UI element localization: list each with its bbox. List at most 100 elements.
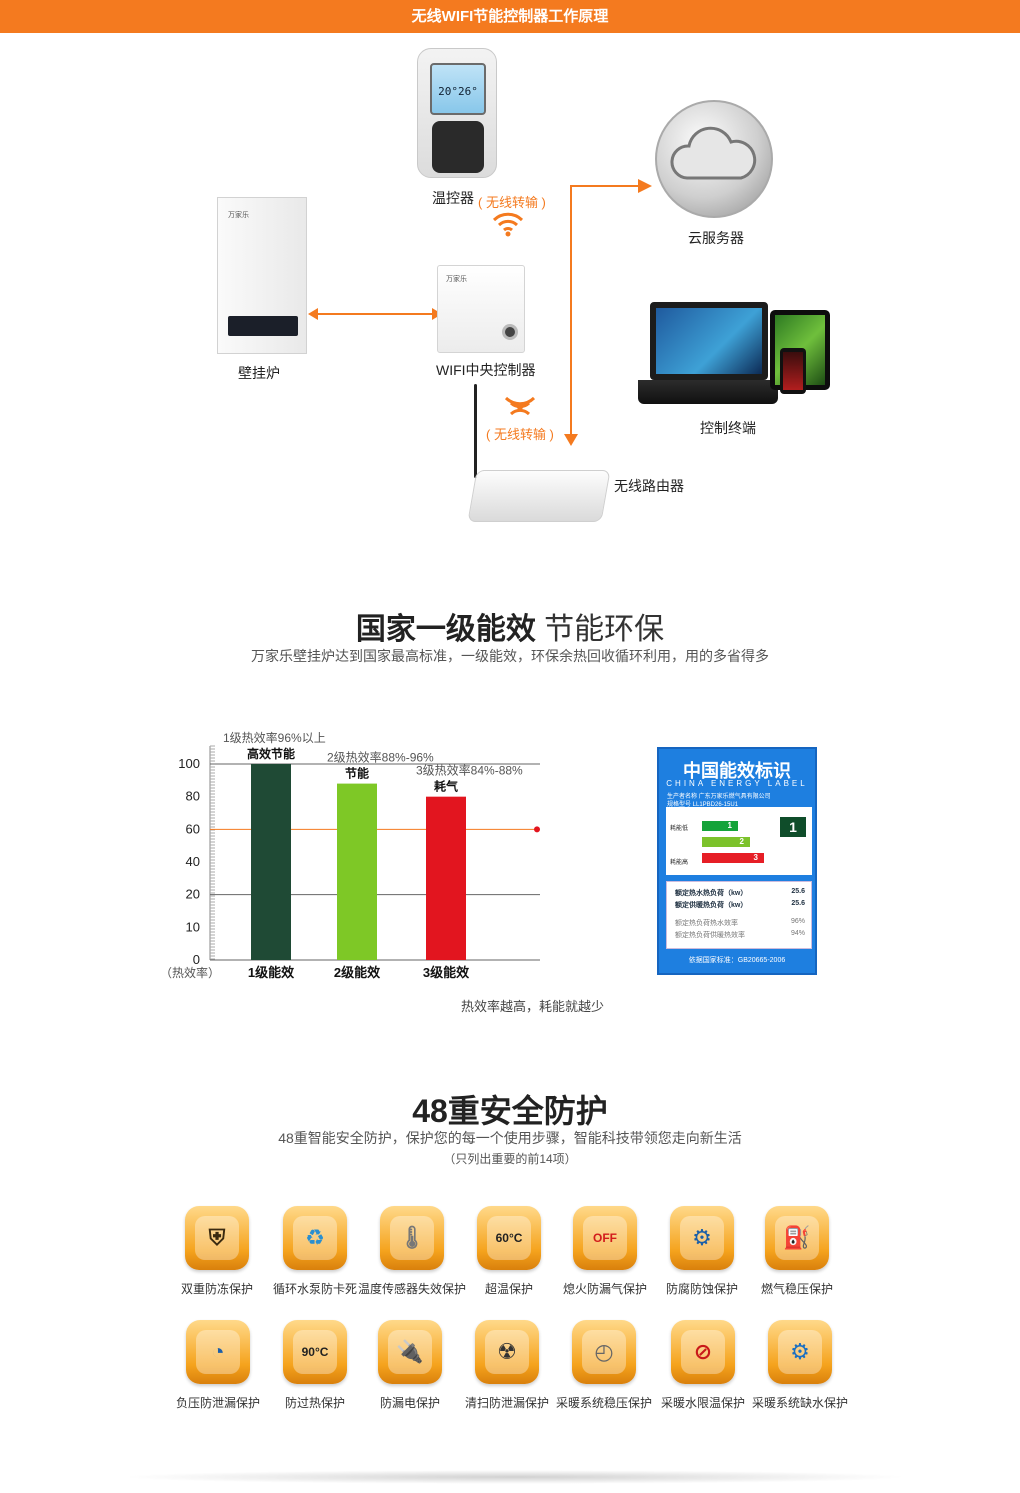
efficiency-subtitle: 万家乐壁挂炉达到国家最高标准，一级能效，环保余热回收循环利用，用的多省得多: [251, 648, 769, 664]
safety-item: ♻ 循环水泵防卡死: [260, 1206, 370, 1297]
anticorrosion-icon: ⚙: [680, 1216, 724, 1260]
safety-item: ⛽ 燃气稳压保护: [742, 1206, 852, 1297]
arrow-right-icon: [638, 179, 652, 193]
safety-title: 48重安全防护: [412, 1093, 608, 1129]
safety-item: ⊘ 采暖水限温保护: [648, 1320, 758, 1411]
safety-icon-tile: 90°C: [283, 1320, 347, 1384]
safety-item-label: 熄火防漏气保护: [562, 1282, 647, 1296]
thermometer-icon: 🌡: [390, 1216, 434, 1260]
bar-note: 2级热效率88%-96%: [327, 750, 434, 765]
spec-row-1: 额定热水热负荷（kw） 25.6: [675, 888, 805, 897]
no-fire-icon: ⊘: [681, 1330, 725, 1374]
wifi-controller-image: 万家乐: [437, 265, 525, 353]
chart-svg: 10080604020100高效节能1级热效率96%以上1级能效节能2级热效率8…: [178, 730, 540, 980]
arrow-to-router-line: [570, 185, 572, 437]
energy-grade-1: 1: [702, 821, 738, 831]
safety-item-label: 燃气稳压保护: [760, 1282, 833, 1296]
cloud-icon: [670, 126, 757, 180]
safety-icon-tile: OFF: [573, 1206, 637, 1270]
gas-mask-icon: ☢: [485, 1330, 529, 1374]
safety-item-label: 防腐防蚀保护: [665, 1282, 738, 1296]
efficiency-title-light: 节能环保: [544, 613, 665, 646]
y-tick-label: 10: [186, 919, 200, 934]
x-category-label: 2级能效: [334, 965, 381, 980]
arrow-to-cloud-line: [570, 185, 644, 187]
safety-icon-tile: ♻: [283, 1206, 347, 1270]
y-tick-label: 60: [186, 821, 200, 836]
safety-icon-tile: ☢: [475, 1320, 539, 1384]
safety-item-label: 超温保护: [484, 1282, 533, 1296]
gear-water-icon: ⚙: [778, 1330, 822, 1374]
router-antenna: [474, 384, 477, 478]
boiler-panel: [228, 316, 298, 336]
x-category-label: 3级能效: [423, 965, 470, 980]
energy-grade-3: 3: [702, 853, 764, 863]
terminal-label: 控制终端: [700, 420, 756, 436]
header-title: 无线WIFI节能控制器工作原理: [0, 0, 1020, 33]
safety-subtitle: 48重智能安全防护，保护您的每一个使用步骤，智能科技带领您走向新生活: [278, 1130, 742, 1146]
safety-item: ⚙ 防腐防蚀保护: [647, 1206, 757, 1297]
shield-icon: ⛨: [195, 1216, 239, 1260]
reference-dot: [534, 826, 540, 833]
spec-row-2: 额定供暖热负荷（kw） 25.6: [675, 900, 805, 909]
arrow-down-icon: [564, 434, 578, 446]
safety-item: ◔ 负压防泄漏保护: [163, 1320, 273, 1411]
safety-item: 🔌 防漏电保护: [355, 1320, 465, 1411]
safety-icon-tile: ⛽: [765, 1206, 829, 1270]
safety-item: OFF 熄火防漏气保护: [550, 1206, 660, 1297]
plug-icon: 🔌: [388, 1330, 432, 1374]
bar-title: 高效节能: [247, 746, 295, 761]
safety-icon-tile: ⚙: [768, 1320, 832, 1384]
boiler-brand: 万家乐: [228, 212, 249, 219]
chart-ylabel: （热效率）: [160, 966, 221, 980]
bar-note: 1级热效率96%以上: [223, 730, 326, 745]
bottom-shadow: [120, 1470, 910, 1484]
safety-item: ⛨ 双重防冻保护: [162, 1206, 272, 1297]
safety-icon-tile: ⚙: [670, 1206, 734, 1270]
off-valve-icon: OFF: [583, 1216, 627, 1260]
wifi-controller-label: WIFI中央控制器: [436, 362, 536, 378]
chart-caption: 热效率越高，耗能就越少: [460, 999, 604, 1014]
bar-title: 耗气: [434, 779, 458, 794]
energy-label-title-en: CHINA ENERGY LABEL: [666, 779, 808, 788]
wireless-transfer-label-mid: ( 无线转输 ): [486, 427, 554, 442]
y-tick-label: 100: [178, 756, 200, 771]
thermostat-screen: 20°26°: [430, 63, 486, 115]
x-category-label: 1级能效: [248, 965, 295, 980]
spec-row-4: 额定热负荷供暖热效率 94%: [675, 930, 805, 939]
safety-note: （只列出重要的前14项）: [443, 1152, 577, 1166]
laptop-image: [650, 302, 768, 380]
spec-row-3: 额定热负荷热水效率 96%: [675, 918, 805, 927]
energy-low-label: 耗能低: [670, 826, 689, 832]
safety-item: ⚙ 采暖系统缺水保护: [745, 1320, 855, 1411]
temperature-shield-icon: 60°C: [487, 1216, 531, 1260]
bar-title: 节能: [345, 766, 369, 781]
arrow-left-icon: [308, 308, 318, 320]
bar-2: [337, 783, 377, 960]
safety-item: 90°C 防过热保护: [260, 1320, 370, 1411]
safety-item-label: 负压防泄漏保护: [175, 1396, 260, 1410]
safety-icon-tile: ◔: [186, 1320, 250, 1384]
cloud-server-label: 云服务器: [688, 230, 744, 246]
safety-icon-tile: ⛨: [185, 1206, 249, 1270]
thermostat-keypad: [432, 121, 484, 173]
safety-icon-tile: 🔌: [378, 1320, 442, 1384]
thermostat-label: 温控器: [432, 190, 474, 206]
energy-label-footer: 依据国家标准：GB20665-2006: [688, 957, 786, 964]
safety-icon-tile: ◴: [572, 1320, 636, 1384]
safety-item-label: 采暖系统稳压保护: [555, 1396, 652, 1410]
energy-label: 中国能效标识 CHINA ENERGY LABEL 生产者名称 广东万家乐燃气具…: [657, 747, 817, 975]
safety-item: ☢ 清扫防泄漏保护: [452, 1320, 562, 1411]
boiler-controller-link: [314, 313, 436, 315]
energy-high-label: 耗能高: [670, 860, 689, 866]
safety-item-label: 清扫防泄漏保护: [464, 1396, 549, 1410]
recycle-icon: ♻: [293, 1216, 337, 1260]
safety-item-label: 循环水泵防卡死: [272, 1282, 357, 1296]
safety-icon-tile: ⊘: [671, 1320, 735, 1384]
safety-icon-tile: 60°C: [477, 1206, 541, 1270]
bar-note: 3级热效率84%-88%: [416, 763, 523, 778]
y-tick-label: 20: [186, 887, 200, 902]
phone-image: [780, 348, 806, 394]
thermostat-image: 20°26°: [417, 48, 497, 178]
y-tick-label: 80: [186, 789, 200, 804]
